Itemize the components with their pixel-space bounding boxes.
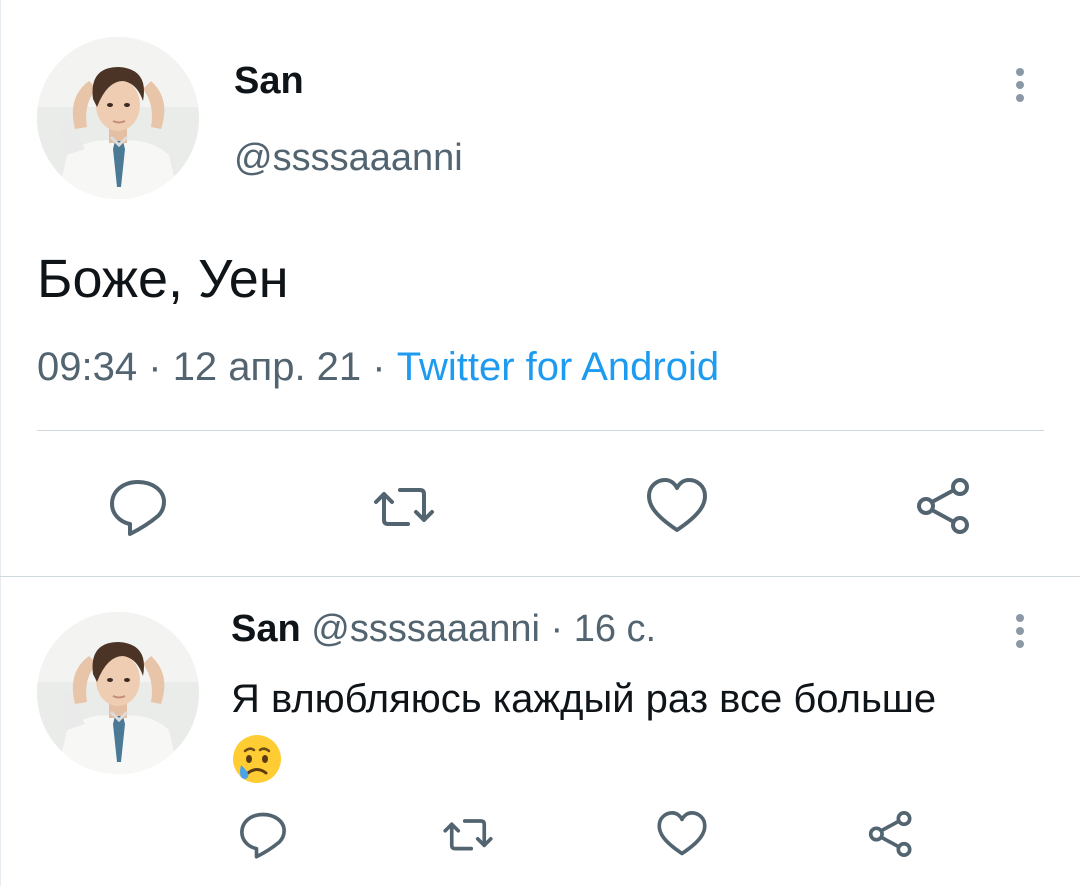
reply-like-button[interactable] (656, 808, 708, 860)
tweet-text: Боже, Уен (37, 249, 289, 309)
share-icon (868, 811, 912, 857)
avatar[interactable] (37, 37, 199, 199)
like-icon (647, 478, 707, 532)
separator: · (550, 608, 564, 650)
reply-age: 16 с. (573, 608, 657, 650)
tweet-date: 12 апр. 21 (172, 345, 362, 389)
reply-retweet-button[interactable] (442, 808, 494, 860)
crying-face-emoji (231, 733, 283, 785)
reply-text-block: Я влюбляюсь каждый раз все больше (231, 670, 1051, 786)
reply-share-button[interactable] (865, 808, 917, 860)
retweet-icon (374, 488, 434, 526)
section-divider (0, 576, 1080, 577)
reply-user-handle[interactable]: @ssssaaanni (311, 608, 540, 650)
reply-display-name[interactable]: San (231, 608, 301, 650)
divider (37, 430, 1044, 431)
tweet-time: 09:34 (37, 345, 138, 389)
separator: · (148, 345, 162, 389)
share-icon (917, 478, 969, 534)
reply-header: San @ssssaaanni · 16 с. (231, 608, 656, 651)
retweet-button[interactable] (372, 474, 436, 538)
share-button[interactable] (912, 474, 976, 538)
separator: · (372, 345, 386, 389)
main-tweet: San @ssssaaanni Боже, Уен 09:34 · 12 апр… (0, 0, 1080, 575)
reply-more-options-icon[interactable] (1004, 610, 1036, 654)
reply-button[interactable] (106, 474, 170, 538)
reply-icon (240, 812, 286, 859)
tweet-meta: 09:34 · 12 апр. 21 · Twitter for Android (37, 345, 719, 390)
reply-text: Я влюбляюсь каждый раз все больше (231, 677, 937, 721)
reply-avatar[interactable] (37, 612, 199, 774)
user-handle[interactable]: @ssssaaanni (234, 137, 463, 180)
reply-icon (110, 480, 166, 536)
more-options-icon[interactable] (1004, 64, 1036, 108)
like-icon (657, 811, 707, 856)
like-button[interactable] (645, 474, 709, 538)
reply-reply-button[interactable] (237, 808, 289, 860)
retweet-icon (443, 819, 493, 851)
tweet-thread: San @ssssaaanni Боже, Уен 09:34 · 12 апр… (0, 0, 1080, 886)
display-name[interactable]: San (234, 60, 304, 103)
tweet-source-link[interactable]: Twitter for Android (397, 345, 719, 389)
